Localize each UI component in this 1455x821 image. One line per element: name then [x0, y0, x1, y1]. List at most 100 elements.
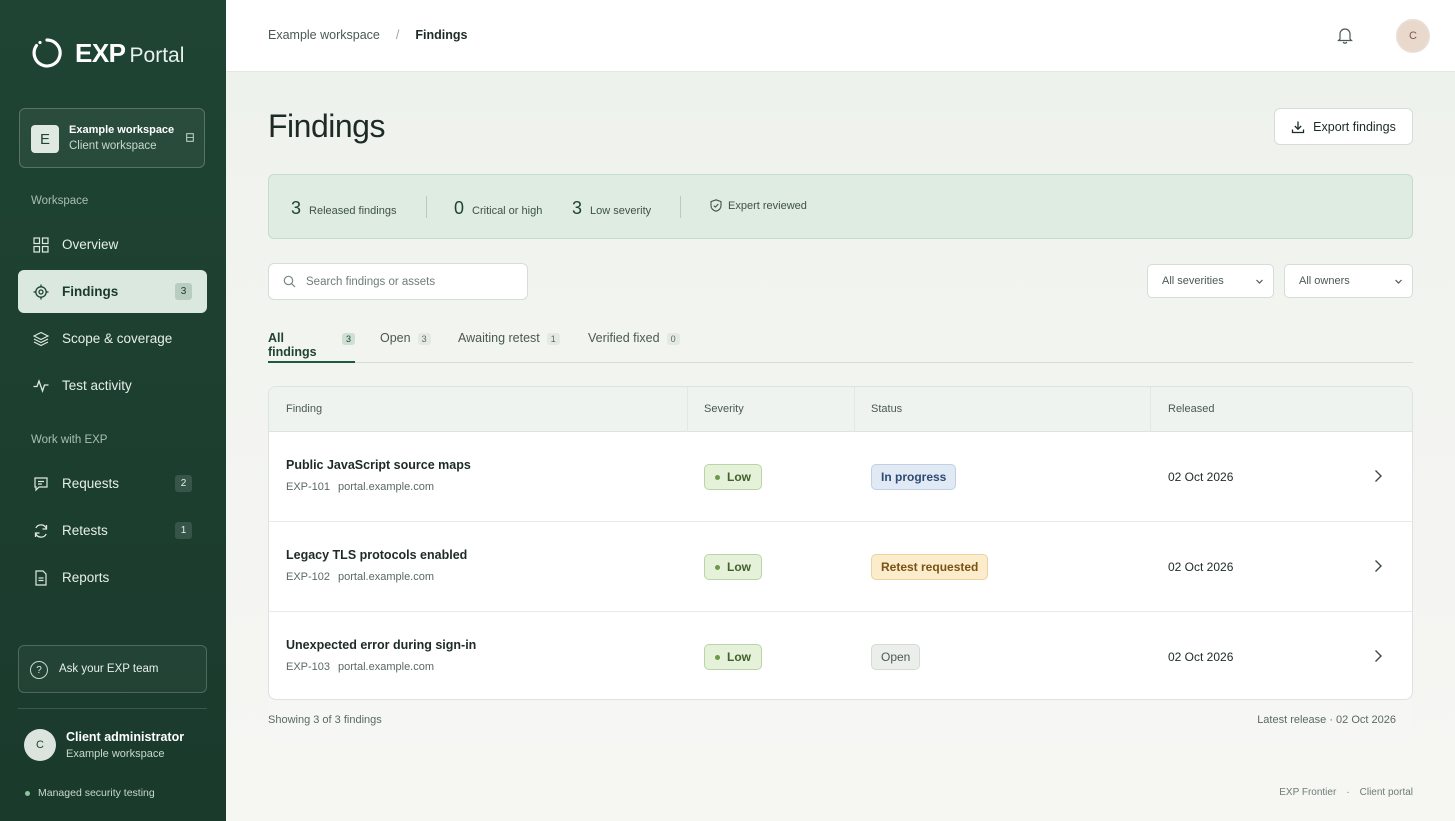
- severity-badge: Low: [704, 644, 762, 670]
- search-input[interactable]: [306, 264, 521, 299]
- export-findings-button[interactable]: Export findings: [1274, 108, 1413, 145]
- tab-count: 3: [341, 333, 355, 345]
- column-header-released: Released: [1168, 403, 1215, 415]
- ask-team-label: Ask your EXP team: [59, 663, 159, 675]
- stat-label: Low severity: [590, 205, 652, 217]
- tab-all-findings[interactable]: All findings 3: [268, 331, 355, 363]
- stat-divider: [680, 196, 681, 218]
- grid-icon: [33, 237, 49, 253]
- column-divider: [1150, 387, 1151, 432]
- sidebar-item-test-activity[interactable]: Test activity: [18, 364, 207, 407]
- search-icon: [283, 275, 296, 288]
- ask-team-button[interactable]: ? Ask your EXP team: [18, 645, 207, 693]
- service-status-label: Managed security testing: [38, 787, 155, 799]
- main-content: Findings Export findings 3 Released find…: [226, 72, 1455, 821]
- workspace-subtitle: Client workspace: [69, 140, 157, 152]
- search-field[interactable]: [268, 263, 528, 300]
- finding-asset: portal.example.com: [338, 571, 435, 583]
- severity-dot-icon: [715, 564, 720, 570]
- expert-reviewed-label: Expert reviewed: [728, 199, 807, 212]
- finding-asset: portal.example.com: [338, 661, 435, 673]
- bell-icon[interactable]: [1337, 26, 1353, 44]
- tab-awaiting-retest[interactable]: Awaiting retest 1: [458, 331, 560, 363]
- sidebar-item-label: Scope & coverage: [62, 331, 173, 346]
- stat-value: 3: [572, 198, 583, 218]
- switch-icon: [186, 133, 194, 142]
- sidebar-item-overview[interactable]: Overview: [18, 223, 207, 266]
- sidebar-item-retests[interactable]: Retests 1: [18, 509, 207, 552]
- table-row[interactable]: Legacy TLS protocols enabled EXP-102 por…: [269, 522, 1412, 612]
- brand-name-bold: EXP: [75, 37, 126, 68]
- tab-open[interactable]: Open 3: [380, 331, 431, 363]
- finding-id: EXP-102: [286, 571, 331, 583]
- finding-title: Legacy TLS protocols enabled: [286, 548, 468, 562]
- message-icon: [34, 477, 48, 492]
- stat-divider: [426, 196, 427, 218]
- account-avatar[interactable]: C: [1396, 19, 1430, 53]
- summary-stats: 3 Released findings 0 Critical or high 3…: [268, 174, 1413, 239]
- severity-label: Low: [727, 470, 751, 484]
- help-icon: ?: [30, 661, 48, 679]
- brand-name-light: Portal: [129, 43, 185, 67]
- footer-brand: EXP Frontier: [1279, 787, 1337, 798]
- severity-dot-icon: [715, 654, 720, 660]
- severity-badge: Low: [704, 464, 762, 490]
- status-dot-icon: [25, 790, 30, 796]
- released-date: 02 Oct 2026: [1168, 470, 1234, 484]
- workspace-name: Example workspace: [69, 124, 175, 136]
- breadcrumb: Example workspace / Findings: [268, 28, 467, 42]
- tab-label: All findings: [268, 331, 317, 359]
- table-row[interactable]: Unexpected error during sign-in EXP-103 …: [269, 612, 1412, 699]
- sidebar-item-findings[interactable]: Findings 3: [18, 270, 207, 313]
- user-workspace: Example workspace: [66, 748, 165, 760]
- column-header-severity: Severity: [704, 403, 744, 415]
- column-header-status: Status: [871, 403, 903, 415]
- severity-label: Low: [727, 560, 751, 574]
- chevron-right-icon[interactable]: [1372, 649, 1384, 663]
- results-count: Showing 3 of 3 findings: [268, 714, 382, 726]
- top-bar: Example workspace / Findings C: [226, 0, 1455, 72]
- refresh-icon: [34, 524, 48, 538]
- table-row[interactable]: Public JavaScript source maps EXP-101 po…: [269, 432, 1412, 522]
- page-title: Findings: [268, 108, 385, 144]
- findings-table: Finding Severity Status Released Public …: [268, 386, 1413, 700]
- footer-portal: Client portal: [1359, 787, 1413, 798]
- user-avatar: C: [24, 729, 56, 761]
- breadcrumb-current: Findings: [415, 28, 468, 42]
- severity-filter-select[interactable]: All severities: [1147, 264, 1274, 298]
- activity-icon: [33, 379, 49, 394]
- sidebar-item-reports[interactable]: Reports: [18, 556, 207, 599]
- finding-meta: EXP-102 portal.example.com: [286, 571, 434, 583]
- finding-meta: EXP-101 portal.example.com: [286, 481, 434, 493]
- breadcrumb-workspace[interactable]: Example workspace: [268, 28, 380, 42]
- finding-id: EXP-103: [286, 661, 331, 673]
- chevron-down-icon: [1395, 279, 1402, 284]
- column-divider: [687, 387, 688, 432]
- tab-count: 3: [417, 333, 431, 345]
- chevron-right-icon[interactable]: [1372, 559, 1384, 573]
- footer-separator: ·: [1346, 787, 1350, 798]
- chevron-right-icon[interactable]: [1372, 469, 1384, 483]
- sidebar-item-requests[interactable]: Requests 2: [18, 462, 207, 505]
- workspace-switcher[interactable]: E Example workspace Client workspace: [19, 108, 205, 168]
- user-name: Client administrator: [66, 730, 185, 744]
- brand-logo[interactable]: EXP Portal: [31, 37, 184, 69]
- page-footer: EXP Frontier · Client portal: [1279, 787, 1413, 798]
- status-badge: Retest requested: [871, 554, 989, 580]
- service-status: Managed security testing: [25, 787, 155, 799]
- finding-title: Public JavaScript source maps: [286, 458, 471, 472]
- stat-low-severity: 3 Low severity: [572, 198, 651, 219]
- tab-count: 0: [666, 333, 680, 345]
- finding-asset: portal.example.com: [338, 481, 435, 493]
- stat-label: Critical or high: [472, 205, 543, 217]
- user-profile[interactable]: C Client administrator Example workspace: [24, 729, 184, 761]
- document-icon: [35, 570, 47, 586]
- tab-label: Open: [380, 331, 411, 345]
- owner-filter-select[interactable]: All owners: [1284, 264, 1413, 298]
- sidebar-item-label: Reports: [62, 570, 110, 585]
- findings-tabs: All findings 3 Open 3 Awaiting retest 1 …: [268, 325, 1413, 363]
- tab-verified-fixed[interactable]: Verified fixed 0: [588, 331, 680, 363]
- target-icon: [33, 284, 49, 300]
- sidebar-item-scope-coverage[interactable]: Scope & coverage: [18, 317, 207, 360]
- finding-title: Unexpected error during sign-in: [286, 638, 477, 652]
